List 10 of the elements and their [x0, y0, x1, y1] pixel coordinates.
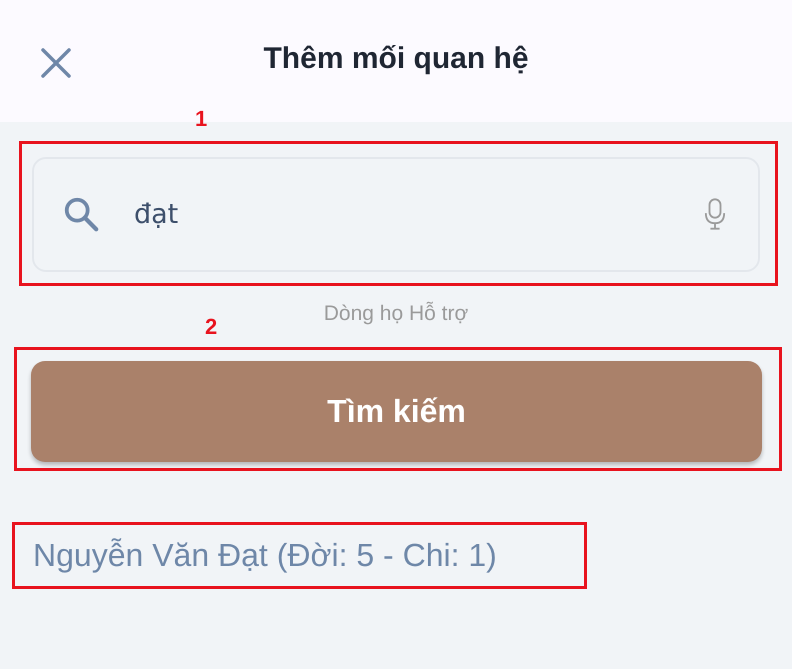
close-icon[interactable] — [40, 47, 72, 79]
search-button[interactable]: Tìm kiếm — [31, 361, 762, 462]
annotation-number: 2 — [205, 316, 218, 338]
microphone-icon[interactable] — [704, 197, 726, 231]
helper-text: Dòng họ Hỗ trợ — [324, 302, 468, 326]
search-icon — [62, 195, 100, 233]
search-field[interactable]: đạt — [32, 157, 760, 272]
page-title: Thêm mối quan hệ — [263, 42, 529, 76]
result-item[interactable]: Nguyễn Văn Đạt (Đời: 5 - Chi: 1) — [33, 537, 497, 574]
annotation-number: 1 — [195, 108, 208, 130]
